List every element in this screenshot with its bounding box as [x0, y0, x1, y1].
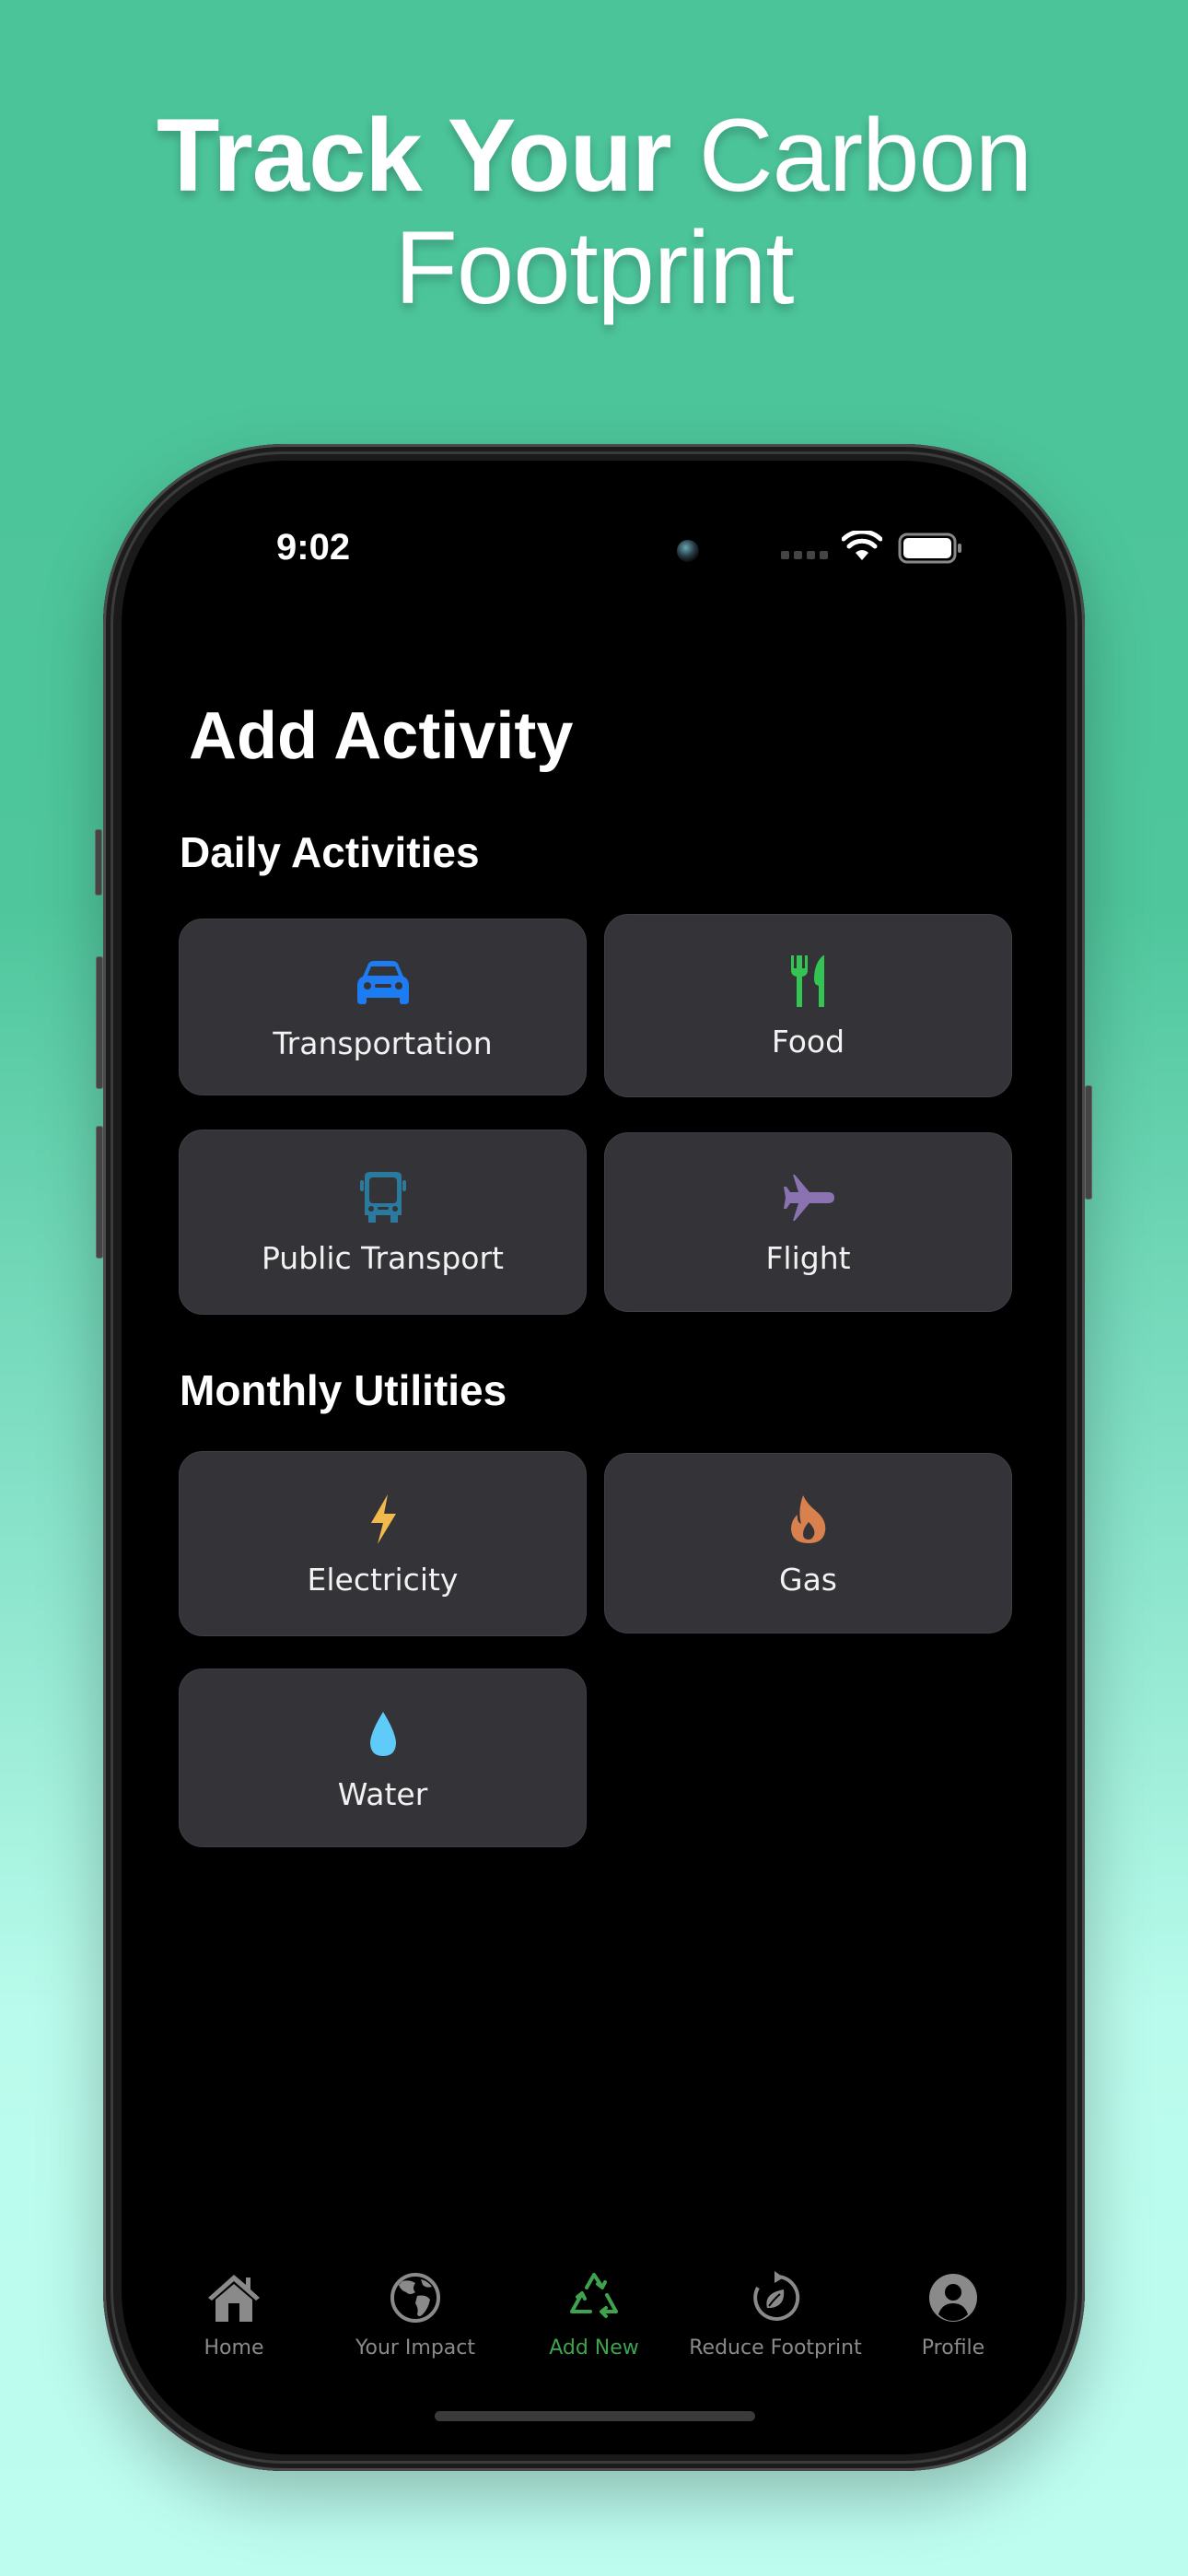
- headline-bold: Track Your: [156, 98, 672, 213]
- tab-label: Reduce Footprint: [689, 2336, 862, 2359]
- tab-label: Add New: [549, 2336, 639, 2359]
- activity-card-flight[interactable]: Flight: [604, 1132, 1012, 1312]
- card-label: Transportation: [273, 1025, 493, 1061]
- tab-bar: Home Your Impact Add New Reduce Footprin…: [122, 2268, 1066, 2379]
- person-circle-icon: [924, 2268, 983, 2327]
- action-button: [95, 829, 102, 896]
- app-screen: 9:02 Add Activity Daily Activities Trans…: [122, 461, 1066, 2454]
- status-time: 9:02: [276, 527, 351, 568]
- leaf-cycle-icon: [746, 2268, 805, 2327]
- page-title: Add Activity: [189, 699, 574, 773]
- card-label: Flight: [765, 1240, 851, 1276]
- tab-label: Your Impact: [355, 2336, 476, 2359]
- front-camera: [677, 540, 699, 562]
- card-label: Electricity: [307, 1562, 459, 1598]
- marketing-headline: Track Your Carbon Footprint: [0, 100, 1188, 324]
- volume-down-button: [96, 1126, 103, 1259]
- airplane-icon: [779, 1168, 838, 1227]
- tab-profile[interactable]: Profile: [852, 2268, 1054, 2359]
- bus-icon: [354, 1168, 413, 1227]
- section-title-monthly: Monthly Utilities: [180, 1366, 507, 1414]
- activity-card-food[interactable]: Food: [604, 914, 1012, 1097]
- card-label: Food: [771, 1024, 845, 1060]
- recycle-icon: [565, 2268, 623, 2327]
- section-title-daily: Daily Activities: [180, 828, 480, 876]
- fork-knife-icon: [779, 952, 838, 1011]
- card-label: Gas: [779, 1561, 837, 1598]
- wifi-icon: [842, 531, 882, 560]
- tab-add-new[interactable]: Add New: [493, 2268, 695, 2359]
- bolt-icon: [354, 1490, 413, 1549]
- tab-your-impact[interactable]: Your Impact: [314, 2268, 517, 2359]
- card-label: Public Transport: [261, 1240, 504, 1276]
- tab-reduce-footprint[interactable]: Reduce Footprint: [674, 2268, 877, 2359]
- house-icon: [204, 2268, 263, 2327]
- signal-dots-icon: [781, 551, 828, 559]
- flame-icon: [779, 1490, 838, 1549]
- tab-label: Home: [204, 2336, 264, 2359]
- globe-icon: [386, 2268, 445, 2327]
- drop-icon: [354, 1704, 413, 1763]
- headline-light: Carbon: [698, 98, 1032, 213]
- volume-up-button: [96, 956, 103, 1089]
- power-button: [1085, 1085, 1092, 1200]
- card-label: Water: [337, 1775, 428, 1812]
- tab-label: Profile: [921, 2336, 985, 2359]
- headline-line2: Footprint: [394, 210, 795, 325]
- utility-card-water[interactable]: Water: [179, 1669, 587, 1847]
- utility-card-gas[interactable]: Gas: [604, 1453, 1012, 1633]
- utility-card-electricity[interactable]: Electricity: [179, 1451, 587, 1636]
- activity-card-public-transport[interactable]: Public Transport: [179, 1130, 587, 1315]
- car-icon: [354, 954, 413, 1013]
- home-indicator[interactable]: [435, 2411, 755, 2421]
- battery-icon: [898, 533, 961, 564]
- tab-home[interactable]: Home: [133, 2268, 335, 2359]
- activity-card-transportation[interactable]: Transportation: [179, 919, 587, 1095]
